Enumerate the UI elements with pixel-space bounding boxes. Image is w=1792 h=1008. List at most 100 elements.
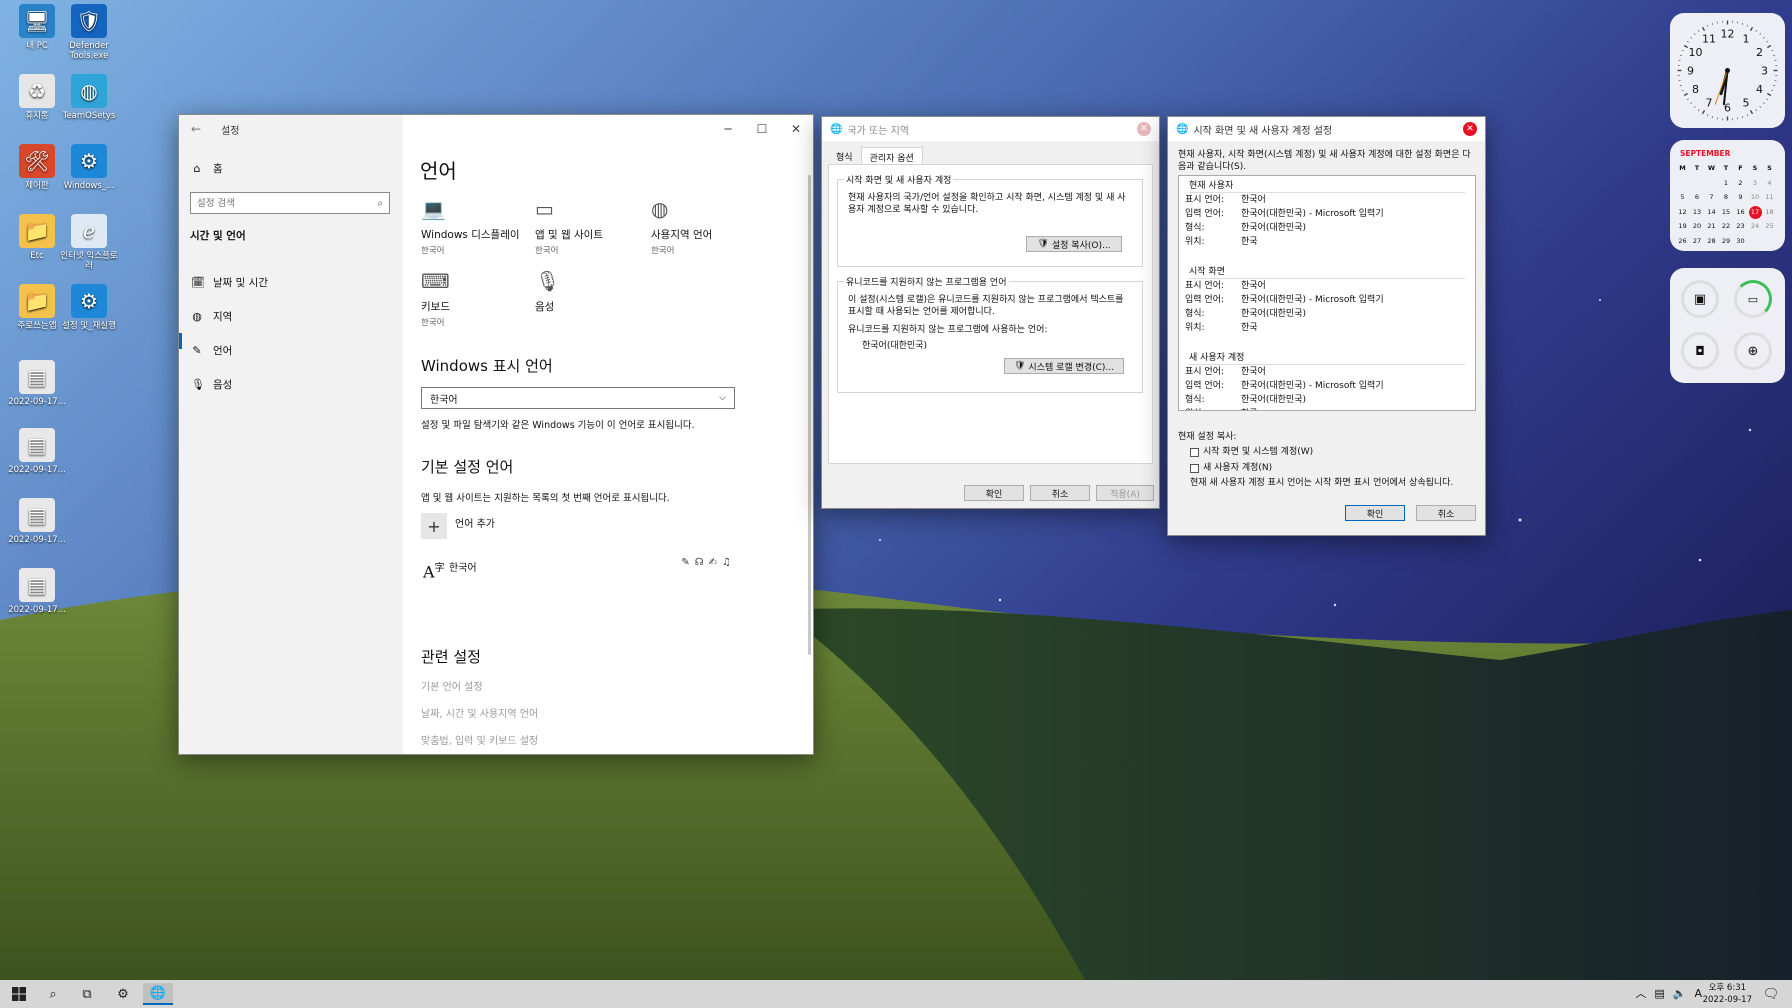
close-button[interactable]: ✕: [779, 115, 813, 143]
task-view-icon[interactable]: ⧉: [72, 983, 102, 1005]
desktop-icon[interactable]: ▤ 2022-09-17...: [6, 360, 68, 407]
calendar-day[interactable]: 15: [1720, 206, 1733, 219]
calendar-day[interactable]: 1: [1720, 177, 1733, 190]
calendar-day[interactable]: 23: [1734, 220, 1747, 233]
calendar-day[interactable]: 19: [1676, 220, 1689, 233]
language-list-item[interactable]: A字 한국어 ✎ ☊ ✍ ♫: [421, 555, 731, 585]
ok-button[interactable]: 확인: [964, 485, 1024, 501]
calendar-day[interactable]: 10: [1749, 191, 1762, 204]
sidebar-item[interactable]: ✎ 언어: [191, 343, 232, 358]
settings-summary-box[interactable]: 현재 사용자 표시 언어: 한국어 입력 언어: 한국어(대한민국) - Microso…: [1178, 175, 1476, 411]
network-icon[interactable]: ▤: [1654, 987, 1664, 1000]
calendar-day[interactable]: 9: [1734, 191, 1747, 204]
search-icon[interactable]: ⌕: [38, 983, 68, 1005]
cancel-button[interactable]: 취소: [1030, 485, 1090, 501]
calendar-day[interactable]: 28: [1705, 235, 1718, 248]
search-icon[interactable]: ⌕: [377, 198, 383, 209]
start-icon[interactable]: [4, 983, 34, 1005]
desktop-icon[interactable]: 🛡 Defender Tools.exe: [58, 4, 120, 61]
related-link[interactable]: 날짜, 시간 및 사용지역 언어: [421, 705, 538, 720]
language-tile[interactable]: ◍ 사용지역 언어 한국어: [651, 197, 761, 256]
calendar-day[interactable]: 11: [1763, 191, 1776, 204]
calendar-day[interactable]: 12: [1676, 206, 1689, 219]
back-arrow-icon[interactable]: ←: [191, 122, 201, 136]
apply-button[interactable]: 적용(A): [1096, 485, 1154, 501]
calendar-day[interactable]: 25: [1763, 220, 1776, 233]
calendar-day[interactable]: 4: [1763, 177, 1776, 190]
ime-indicator[interactable]: A: [1694, 987, 1702, 1000]
desktop-icon[interactable]: ◍ TeamOSetys: [58, 74, 120, 121]
cancel-button[interactable]: 취소: [1416, 505, 1476, 521]
sidebar-item-home[interactable]: ⌂ 홈: [191, 161, 223, 176]
checkbox-new-user[interactable]: [1190, 463, 1199, 473]
calendar-day[interactable]: 18: [1763, 206, 1776, 219]
calendar-day[interactable]: [1763, 235, 1776, 248]
calendar-day[interactable]: 3: [1749, 177, 1762, 190]
desktop-icon[interactable]: ▤ 2022-09-17...: [6, 428, 68, 475]
chevron-up-icon[interactable]: ︿: [1635, 985, 1646, 1001]
sidebar-item[interactable]: 🎙 음성: [191, 377, 232, 392]
calendar-day[interactable]: [1676, 177, 1689, 190]
ok-button[interactable]: 확인: [1345, 505, 1405, 521]
search-input[interactable]: [197, 197, 357, 209]
calendar-day[interactable]: 16: [1734, 206, 1747, 219]
desktop-icon[interactable]: ▤ 2022-09-17...: [6, 568, 68, 615]
copy-settings-button[interactable]: 🛡 설정 복사(O)...: [1026, 236, 1122, 252]
maximize-button[interactable]: ☐: [745, 115, 779, 143]
settings-search-box[interactable]: ⌕: [190, 192, 390, 214]
settings-gear-icon[interactable]: ⚙: [108, 983, 138, 1005]
desktop-icon[interactable]: ⚙ Windows_...: [58, 144, 120, 191]
weekday-label: T: [1723, 164, 1729, 172]
calendar-day[interactable]: 6: [1691, 191, 1704, 204]
calendar-day[interactable]: 30: [1734, 235, 1747, 248]
calendar-day[interactable]: [1705, 177, 1718, 190]
clock-tick: [1711, 116, 1713, 119]
display-language-dropdown[interactable]: 한국어 ⌵: [421, 387, 735, 409]
volume-icon[interactable]: 🔈: [1673, 987, 1687, 1000]
calendar-day[interactable]: 2: [1734, 177, 1747, 190]
calendar-day[interactable]: 5: [1676, 191, 1689, 204]
sidebar-item[interactable]: ◍ 지역: [191, 309, 232, 324]
calendar-day[interactable]: 14: [1705, 206, 1718, 219]
related-link[interactable]: 맞춤법, 입력 및 키보드 설정: [421, 732, 538, 747]
related-link[interactable]: 기본 언어 설정: [421, 678, 483, 693]
clock[interactable]: 오후 6:31 2022-09-17: [1703, 982, 1752, 1006]
calendar-day[interactable]: 24: [1749, 220, 1762, 233]
minimize-button[interactable]: ─: [711, 115, 745, 143]
calendar-day[interactable]: 8: [1720, 191, 1733, 204]
desktop-icon[interactable]: ⚙ 설정 및_재실행: [58, 284, 120, 331]
calendar-day[interactable]: 29: [1720, 235, 1733, 248]
calendar-widget[interactable]: SEPTEMBER M T W T F S S 1 2 3 4 5 6 7 8 9 10 11 12 13 14 15 16…: [1670, 140, 1785, 251]
language-tile[interactable]: 🎙 음성: [535, 269, 645, 316]
notification-icon[interactable]: 🗨: [1756, 983, 1786, 1005]
calendar-day[interactable]: 21: [1705, 220, 1718, 233]
close-button[interactable]: ✕: [1137, 122, 1151, 136]
recycle-bin-icon: ♻: [19, 74, 55, 108]
language-tile[interactable]: ⌨ 키보드 한국어: [421, 269, 531, 328]
sidebar-item[interactable]: 🗓 날짜 및 시간: [191, 275, 268, 290]
region-globe-icon[interactable]: 🌐: [143, 983, 173, 1005]
calendar-day[interactable]: 17: [1748, 205, 1762, 219]
desktop-icon[interactable]: ℯ 인터넷 익스플로러: [58, 214, 120, 271]
clock-widget[interactable]: 12 1 2 3 4 5 6 7 8 9 10 11: [1670, 13, 1785, 128]
laptop-icon: 💻: [421, 197, 446, 221]
change-locale-button[interactable]: 🛡 시스템 로캘 변경(C)...: [1004, 358, 1124, 374]
calendar-day[interactable]: 20: [1691, 220, 1704, 233]
calendar-day[interactable]: [1749, 235, 1762, 248]
close-button[interactable]: ✕: [1463, 122, 1477, 136]
scrollbar[interactable]: [808, 175, 811, 655]
keyboard-icon: ⌨: [421, 269, 450, 293]
calendar-day[interactable]: 13: [1691, 206, 1704, 219]
calendar-day[interactable]: 26: [1676, 235, 1689, 248]
calendar-day[interactable]: 22: [1720, 220, 1733, 233]
calendar-day[interactable]: 27: [1691, 235, 1704, 248]
calendar-day[interactable]: 7: [1705, 191, 1718, 204]
language-tile[interactable]: 💻 Windows 디스플레이 한국어: [421, 197, 531, 256]
clock-tick: [1686, 40, 1689, 43]
add-language-button[interactable]: + 언어 추가: [421, 513, 495, 539]
calendar-day[interactable]: [1691, 177, 1704, 190]
checkbox-start-screen[interactable]: [1190, 447, 1199, 457]
system-widget[interactable]: ▣ ▭ ◘ ⊕: [1670, 268, 1785, 383]
desktop-icon[interactable]: ▤ 2022-09-17...: [6, 498, 68, 545]
language-tile[interactable]: ▭ 앱 및 웹 사이트 한국어: [535, 197, 645, 256]
